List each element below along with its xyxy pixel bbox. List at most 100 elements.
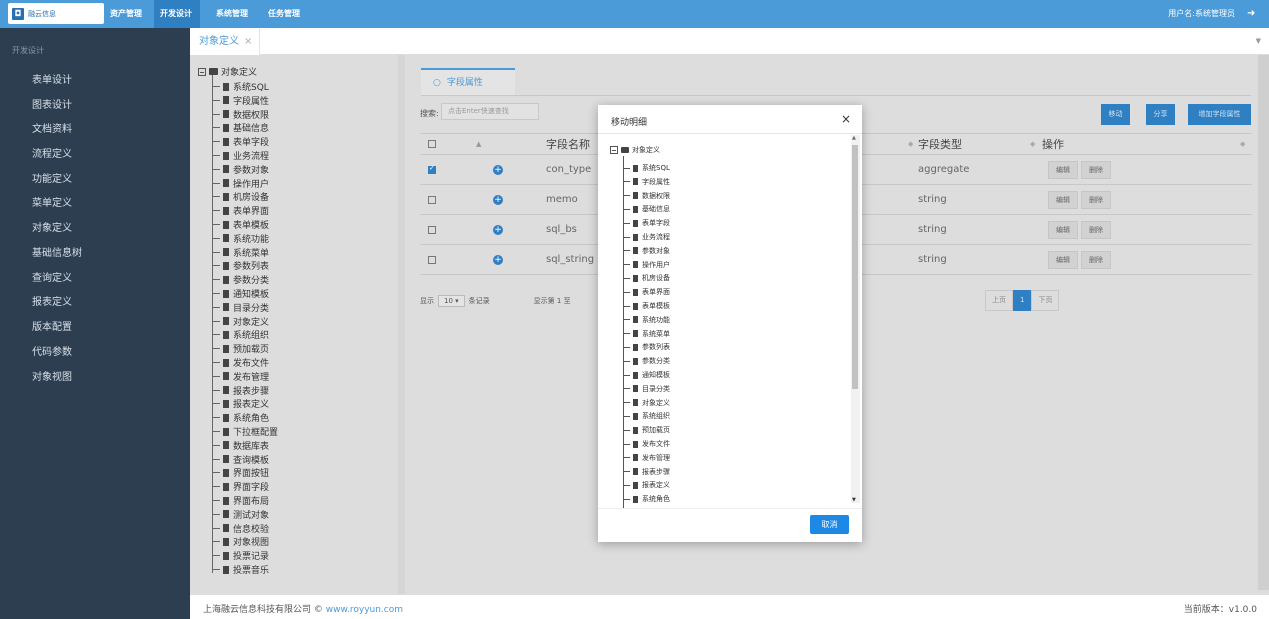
dialog-tree-node[interactable]: 机房设备 xyxy=(623,273,670,283)
select-all-checkbox[interactable] xyxy=(428,134,436,154)
col-field-type[interactable]: 字段类型 xyxy=(918,134,962,154)
tree-node[interactable]: 界面字段 xyxy=(212,480,269,493)
logout-icon[interactable]: ➜ xyxy=(1247,8,1257,20)
dialog-tree-node[interactable]: 参数列表 xyxy=(623,342,670,352)
sidebar-item-chart-design[interactable]: 图表设计 xyxy=(32,96,72,111)
nav-asset-management[interactable]: 资产管理 xyxy=(104,0,148,28)
scroll-thumb[interactable] xyxy=(852,145,858,389)
dialog-tree-node[interactable]: 表单界面 xyxy=(623,287,670,297)
tree-node[interactable]: 参数对象 xyxy=(212,163,269,176)
nav-system-management[interactable]: 系统管理 xyxy=(210,0,254,28)
collapse-icon[interactable] xyxy=(198,67,206,76)
sidebar-item-base-info-tree[interactable]: 基础信息树 xyxy=(32,244,82,259)
tree-node[interactable]: 系统功能 xyxy=(212,232,269,245)
nav-dev-design[interactable]: 开发设计 xyxy=(154,0,200,28)
tree-node[interactable]: 信息校验 xyxy=(212,522,269,535)
dialog-tree-node[interactable]: 操作用户 xyxy=(623,260,670,270)
share-button[interactable]: 分享 xyxy=(1146,104,1175,125)
dialog-tree-node[interactable]: 字段属性 xyxy=(623,177,670,187)
tree-node[interactable]: 基础信息 xyxy=(212,121,269,134)
tree-node[interactable]: 表单界面 xyxy=(212,204,269,217)
dialog-tree-node[interactable]: 系统功能 xyxy=(623,315,670,325)
dialog-tree-node[interactable]: 报表定义 xyxy=(623,480,670,490)
dialog-tree-node[interactable]: 系统组织 xyxy=(623,411,670,421)
sidebar-item-version-config[interactable]: 版本配置 xyxy=(32,318,72,333)
dialog-tree-node[interactable]: 系统SQL xyxy=(623,163,670,173)
dialog-tree-node[interactable]: 报表步骤 xyxy=(623,467,670,477)
main-scrollbar[interactable] xyxy=(1258,55,1269,590)
scroll-down-icon[interactable]: ▼ xyxy=(852,497,856,503)
dialog-tree-node[interactable]: 表单模板 xyxy=(623,301,670,311)
tree-node[interactable]: 业务流程 xyxy=(212,149,269,162)
dialog-tree-node[interactable]: 基础信息 xyxy=(623,204,670,214)
tree-node[interactable]: 测试对象 xyxy=(212,508,269,521)
tree-node[interactable]: 通知模板 xyxy=(212,287,269,300)
tree-node[interactable]: 预加载页 xyxy=(212,342,269,355)
tree-node[interactable]: 系统SQL xyxy=(212,80,269,93)
dialog-tree-root[interactable]: 对象定义 xyxy=(610,145,660,155)
expand-row-icon[interactable]: + xyxy=(493,155,503,184)
dialog-tree-node[interactable]: 系统菜单 xyxy=(623,329,670,339)
tree-node[interactable]: 机房设备 xyxy=(212,190,269,203)
tree-node[interactable]: 投票记录 xyxy=(212,549,269,562)
delete-button[interactable]: 删除 xyxy=(1081,250,1111,269)
tree-node[interactable]: 系统菜单 xyxy=(212,246,269,259)
prev-page-button[interactable]: 上页 xyxy=(985,290,1013,311)
tree-node[interactable]: 发布文件 xyxy=(212,356,269,369)
dialog-tree-node[interactable]: 参数分类 xyxy=(623,356,670,366)
row-checkbox[interactable] xyxy=(428,185,436,214)
dialog-tree-node[interactable]: 通知模板 xyxy=(623,370,670,380)
dialog-tree-node[interactable]: 业务流程 xyxy=(623,232,670,242)
page-button-current[interactable]: 1 xyxy=(1013,290,1032,311)
tree-root[interactable]: 对象定义 xyxy=(198,65,257,78)
sidebar-item-function-definition[interactable]: 功能定义 xyxy=(32,170,72,185)
row-checkbox[interactable] xyxy=(428,155,436,184)
add-field-property-button[interactable]: 增加字段属性 xyxy=(1188,104,1251,125)
edit-button[interactable]: 编辑 xyxy=(1048,220,1078,239)
dialog-tree-node[interactable]: 表单字段 xyxy=(623,218,670,228)
tree-node[interactable]: 投票音乐 xyxy=(212,563,269,576)
tree-node[interactable]: 数据库表 xyxy=(212,439,269,452)
sidebar-item-menu-definition[interactable]: 菜单定义 xyxy=(32,194,72,209)
tree-node[interactable]: 数据权限 xyxy=(212,108,269,121)
row-checkbox[interactable] xyxy=(428,245,436,274)
close-icon[interactable]: × xyxy=(841,112,851,126)
logo[interactable]: ◘ 融云信息 xyxy=(8,3,104,24)
tree-node[interactable]: 系统角色 xyxy=(212,411,269,424)
expand-row-icon[interactable]: + xyxy=(493,245,503,274)
tree-node[interactable]: 参数分类 xyxy=(212,273,269,286)
tree-node[interactable]: 报表定义 xyxy=(212,397,269,410)
dialog-tree-node[interactable]: 预加载页 xyxy=(623,425,670,435)
scroll-up-icon[interactable]: ▲ xyxy=(852,135,856,141)
dialog-scrollbar[interactable]: ▲ ▼ xyxy=(851,135,860,503)
sidebar-item-form-design[interactable]: 表单设计 xyxy=(32,71,72,86)
edit-button[interactable]: 编辑 xyxy=(1048,160,1078,179)
sidebar-item-object-definition[interactable]: 对象定义 xyxy=(32,219,72,234)
edit-button[interactable]: 编辑 xyxy=(1048,190,1078,209)
dialog-tree-node[interactable]: 系统角色 xyxy=(623,494,670,504)
tree-node[interactable]: 发布管理 xyxy=(212,370,269,383)
sidebar-item-report-definition[interactable]: 报表定义 xyxy=(32,293,72,308)
dialog-tree-node[interactable]: 目录分类 xyxy=(623,384,670,394)
tree-node[interactable]: 表单模板 xyxy=(212,218,269,231)
sort-icon[interactable]: ◆ xyxy=(1240,134,1245,154)
collapse-icon[interactable] xyxy=(610,146,618,154)
sort-icon[interactable]: ◆ xyxy=(1030,134,1035,154)
cancel-button[interactable]: 取消 xyxy=(810,515,849,534)
tree-node[interactable]: 界面布局 xyxy=(212,494,269,507)
row-checkbox[interactable] xyxy=(428,215,436,244)
delete-button[interactable]: 删除 xyxy=(1081,220,1111,239)
tree-node[interactable]: 查询模板 xyxy=(212,453,269,466)
sidebar-item-documents[interactable]: 文档资料 xyxy=(32,120,72,135)
tree-node[interactable]: 表单字段 xyxy=(212,135,269,148)
sidebar-item-code-params[interactable]: 代码参数 xyxy=(32,343,72,358)
sort-icon[interactable]: ◆ xyxy=(908,134,913,154)
sidebar-item-object-view[interactable]: 对象视图 xyxy=(32,368,72,383)
nav-task-management[interactable]: 任务管理 xyxy=(262,0,306,28)
tree-node[interactable]: 对象定义 xyxy=(212,315,269,328)
next-page-button[interactable]: 下页 xyxy=(1031,290,1060,311)
delete-button[interactable]: 删除 xyxy=(1081,190,1111,209)
tree-node[interactable]: 参数列表 xyxy=(212,259,269,272)
dialog-tree-node[interactable]: 对象定义 xyxy=(623,398,670,408)
tab-close-icon[interactable]: × xyxy=(244,28,252,55)
